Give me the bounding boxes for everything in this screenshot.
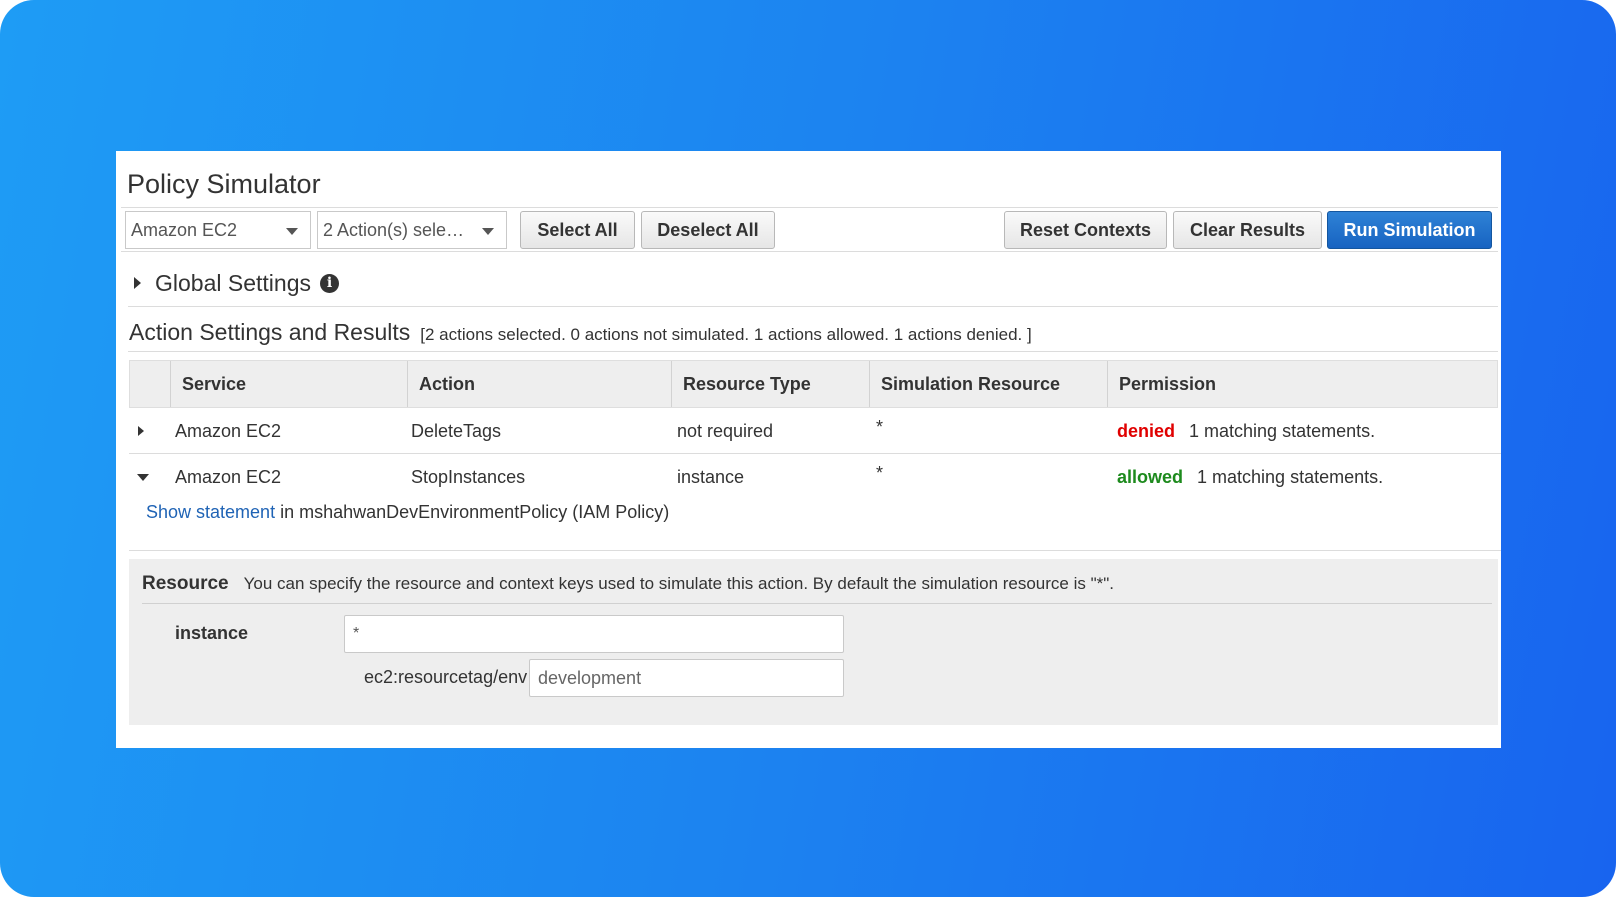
column-header-permission[interactable]: Permission bbox=[1107, 361, 1497, 407]
global-settings-toggle[interactable]: Global Settings i bbox=[134, 268, 339, 298]
chevron-down-icon bbox=[286, 228, 298, 235]
context-key-label: ec2:resourcetag/env bbox=[364, 667, 528, 687]
global-settings-label: Global Settings bbox=[155, 269, 311, 296]
resource-input[interactable] bbox=[344, 615, 844, 653]
resource-type-cell: instance bbox=[677, 466, 745, 487]
clear-results-button[interactable]: Clear Results bbox=[1173, 211, 1322, 249]
show-statement-link[interactable]: Show statement bbox=[146, 502, 275, 522]
context-value-input[interactable] bbox=[529, 659, 844, 697]
select-all-button[interactable]: Select All bbox=[520, 211, 635, 249]
permission-allowed-badge: allowed bbox=[1117, 466, 1184, 487]
permission-cell: allowed 1 matching statements. bbox=[1117, 454, 1383, 500]
divider bbox=[128, 351, 1498, 352]
column-header-simulation-resource[interactable]: Simulation Resource bbox=[869, 361, 1107, 407]
simulation-resource-cell: * bbox=[876, 463, 884, 483]
service-cell: Amazon EC2 bbox=[175, 420, 282, 441]
resource-description: You can specify the resource and context… bbox=[243, 574, 1115, 593]
divider bbox=[128, 306, 1498, 307]
column-header-service[interactable]: Service bbox=[170, 361, 407, 407]
action-cell: DeleteTags bbox=[411, 420, 502, 441]
matching-statements: 1 matching statements. bbox=[1189, 420, 1376, 441]
reset-contexts-button[interactable]: Reset Contexts bbox=[1004, 211, 1167, 249]
caret-right-icon bbox=[134, 277, 141, 289]
actions-select-value: 2 Action(s) sele… bbox=[323, 220, 465, 240]
permission-cell: denied 1 matching statements. bbox=[1117, 408, 1375, 454]
results-table-header: Service Action Resource Type Simulation … bbox=[129, 360, 1498, 408]
permission-denied-badge: denied bbox=[1117, 420, 1176, 441]
action-cell: StopInstances bbox=[411, 466, 526, 487]
service-cell: Amazon EC2 bbox=[175, 466, 282, 487]
simulation-resource-cell: * bbox=[876, 417, 884, 437]
divider bbox=[121, 207, 1498, 208]
info-icon[interactable]: i bbox=[319, 273, 339, 293]
service-select-value: Amazon EC2 bbox=[131, 220, 238, 240]
action-settings-summary: [2 actions selected. 0 actions not simul… bbox=[420, 325, 1032, 344]
resource-title: Resource bbox=[142, 573, 229, 594]
expand-toggle[interactable] bbox=[137, 454, 157, 500]
chevron-down-icon bbox=[482, 228, 494, 235]
divider bbox=[142, 603, 1492, 604]
matching-statements: 1 matching statements. bbox=[1197, 466, 1384, 487]
resource-field-label: instance bbox=[175, 623, 249, 643]
divider bbox=[121, 251, 1498, 252]
column-header-resource-type[interactable]: Resource Type bbox=[671, 361, 869, 407]
page-title: Policy Simulator bbox=[127, 169, 321, 199]
caret-right-icon bbox=[138, 426, 144, 436]
action-settings-header: Action Settings and Results [2 actions s… bbox=[129, 319, 1032, 346]
resource-settings: Resource You can specify the resource an… bbox=[129, 559, 1498, 725]
column-header-action[interactable]: Action bbox=[407, 361, 671, 407]
service-select[interactable]: Amazon EC2 bbox=[125, 211, 311, 249]
table-row[interactable]: Amazon EC2 DeleteTags not required * den… bbox=[129, 408, 1501, 454]
resource-header: Resource You can specify the resource an… bbox=[142, 573, 1114, 595]
action-settings-title: Action Settings and Results bbox=[129, 319, 411, 345]
table-row[interactable]: Amazon EC2 StopInstances instance * allo… bbox=[129, 454, 1501, 500]
statement-line: Show statement in mshahwanDevEnvironment… bbox=[146, 502, 669, 523]
expand-toggle[interactable] bbox=[138, 408, 158, 454]
caret-down-icon bbox=[137, 473, 149, 481]
expand-column-header bbox=[130, 361, 170, 407]
statement-source: in mshahwanDevEnvironmentPolicy (IAM Pol… bbox=[275, 502, 670, 522]
run-simulation-button[interactable]: Run Simulation bbox=[1327, 211, 1492, 249]
deselect-all-button[interactable]: Deselect All bbox=[641, 211, 775, 249]
resource-type-cell: not required bbox=[677, 420, 774, 441]
divider bbox=[129, 550, 1501, 551]
policy-simulator-panel: Policy Simulator Amazon EC2 2 Action(s) … bbox=[116, 151, 1501, 748]
actions-select[interactable]: 2 Action(s) sele… bbox=[317, 211, 507, 249]
